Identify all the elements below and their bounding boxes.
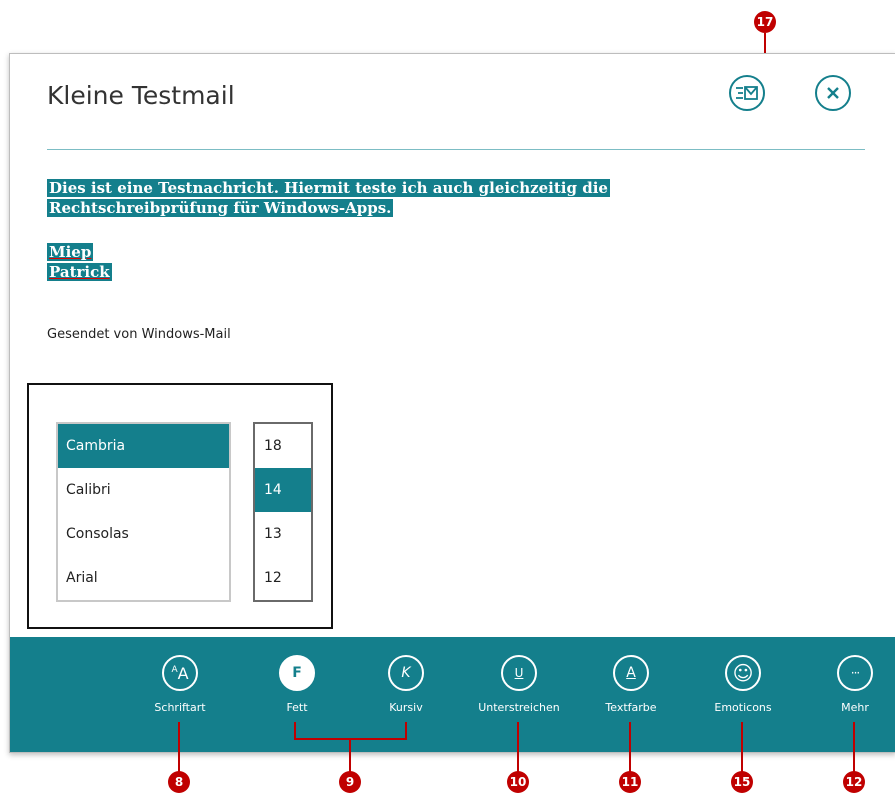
italic-button-label: Kursiv <box>389 701 423 714</box>
emoticon-icon: ☺ <box>725 655 761 691</box>
callout-10-line <box>517 722 519 772</box>
body-line-2: Rechtschreibprüfung für Windows-Apps. <box>47 199 394 217</box>
callout-12-line <box>853 722 855 772</box>
size-option-13[interactable]: 13 <box>255 512 311 556</box>
font-icon: AA <box>162 655 198 691</box>
formatting-app-bar: AA Schriftart F Fett K Kursiv U Unterstr… <box>10 637 895 752</box>
text-color-button[interactable]: A Textfarbe <box>581 655 681 714</box>
callout-11-line <box>629 722 631 772</box>
bold-button-label: Fett <box>286 701 308 714</box>
callout-11: 11 <box>619 771 641 793</box>
body-line-1: Dies ist eine Testnachricht. Hiermit tes… <box>47 179 610 197</box>
text-color-icon: A <box>613 655 649 691</box>
send-button[interactable] <box>729 75 765 111</box>
send-mail-icon <box>736 86 758 100</box>
more-button-label: Mehr <box>841 701 869 714</box>
underline-icon: U <box>501 655 537 691</box>
font-option-arial[interactable]: Arial <box>58 556 229 600</box>
mail-body[interactable]: Dies ist eine Testnachricht. Hiermit tes… <box>47 178 610 282</box>
callout-17: 17 <box>754 11 776 33</box>
signature-line-1: Miep <box>47 243 94 261</box>
close-icon <box>827 87 839 99</box>
callout-8: 8 <box>168 771 190 793</box>
callout-10: 10 <box>507 771 529 793</box>
emoticons-button[interactable]: ☺ Emoticons <box>693 655 793 714</box>
header-divider <box>47 149 865 150</box>
callout-8-line <box>178 722 180 772</box>
more-icon: ··· <box>837 655 873 691</box>
mail-compose-window: Kleine Testmail Dies ist eine Testnachri… <box>9 53 895 753</box>
font-family-list[interactable]: Cambria Calibri Consolas Arial <box>56 422 231 602</box>
text-color-button-label: Textfarbe <box>605 701 657 714</box>
size-option-18[interactable]: 18 <box>255 424 311 468</box>
font-button-label: Schriftart <box>154 701 206 714</box>
bold-button[interactable]: F Fett <box>247 655 347 714</box>
callout-9-line <box>349 738 351 772</box>
size-option-12[interactable]: 12 <box>255 556 311 600</box>
close-button[interactable] <box>815 75 851 111</box>
font-picker-panel: Cambria Calibri Consolas Arial 18 14 13 … <box>27 383 333 629</box>
callout-15-line <box>741 722 743 772</box>
callout-9: 9 <box>339 771 361 793</box>
font-button[interactable]: AA Schriftart <box>130 655 230 714</box>
mail-subject-title: Kleine Testmail <box>47 81 235 110</box>
italic-icon: K <box>388 655 424 691</box>
underline-button[interactable]: U Unterstreichen <box>469 655 569 714</box>
font-size-list[interactable]: 18 14 13 12 <box>253 422 313 602</box>
callout-12: 12 <box>843 771 865 793</box>
emoticons-button-label: Emoticons <box>714 701 772 714</box>
font-option-calibri[interactable]: Calibri <box>58 468 229 512</box>
size-option-14[interactable]: 14 <box>255 468 311 512</box>
font-option-consolas[interactable]: Consolas <box>58 512 229 556</box>
underline-button-label: Unterstreichen <box>478 701 560 714</box>
callout-15: 15 <box>731 771 753 793</box>
font-option-cambria[interactable]: Cambria <box>58 424 229 468</box>
italic-button[interactable]: K Kursiv <box>356 655 456 714</box>
sent-from-footer: Gesendet von Windows-Mail <box>47 327 231 342</box>
bold-icon: F <box>279 655 315 691</box>
signature-line-2: Patrick <box>47 263 112 281</box>
more-button[interactable]: ··· Mehr <box>805 655 895 714</box>
